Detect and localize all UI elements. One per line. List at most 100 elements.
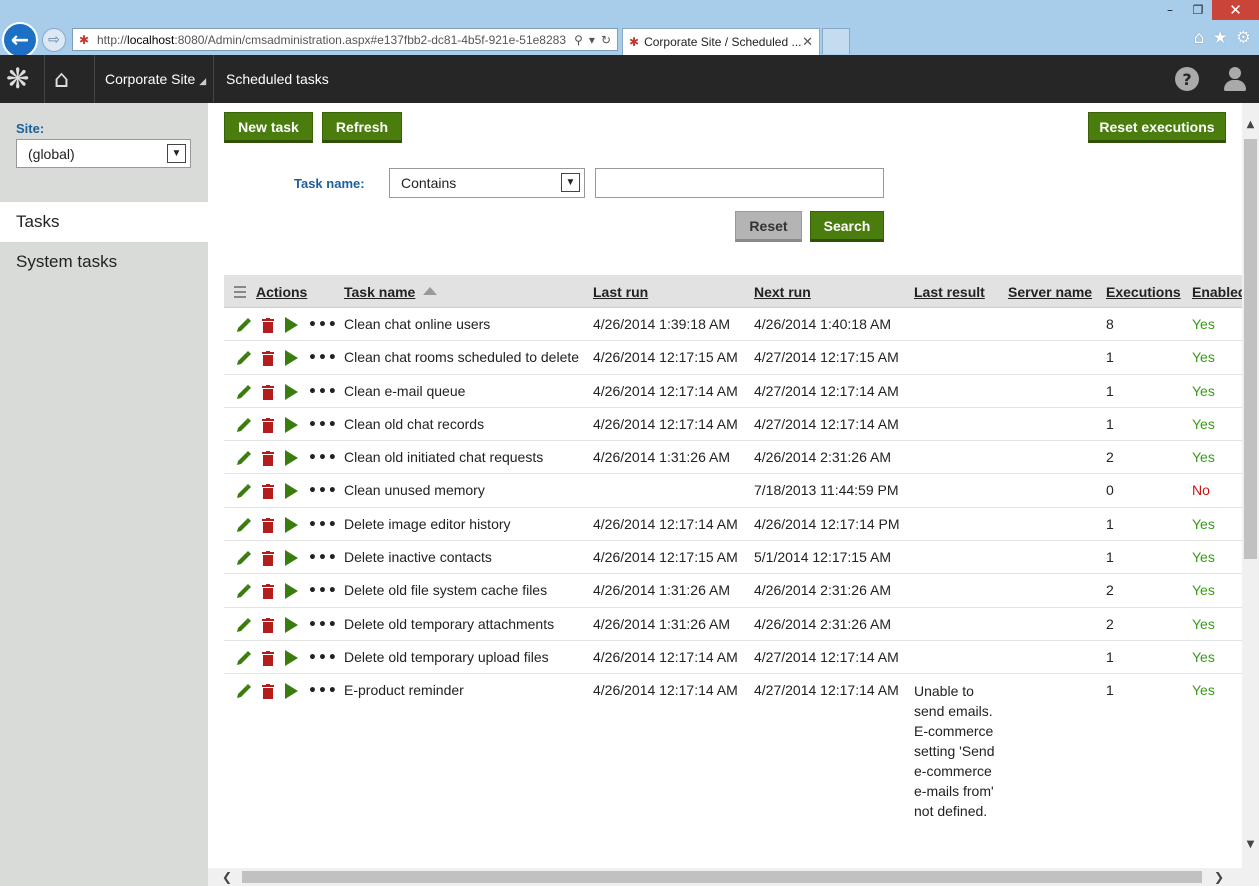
column-menu-icon[interactable] bbox=[234, 286, 246, 301]
edit-pencil-icon[interactable] bbox=[236, 650, 251, 666]
more-actions-icon[interactable]: ••• bbox=[308, 450, 338, 466]
horizontal-scroll-thumb[interactable] bbox=[242, 871, 1202, 883]
table-row[interactable]: ••• Delete old temporary upload files 4/26… bbox=[224, 641, 1242, 675]
delete-trash-icon[interactable] bbox=[262, 551, 274, 567]
restore-icon[interactable]: ❐ bbox=[1184, 0, 1212, 20]
reset-filter-button[interactable]: Reset bbox=[735, 211, 802, 242]
kentico-logo-icon[interactable]: ❋ bbox=[6, 65, 29, 93]
browser-tab[interactable]: ✱ Corporate Site / Scheduled ... ✕ bbox=[622, 28, 820, 55]
header-executions[interactable]: Executions bbox=[1106, 284, 1181, 300]
tab-close-icon[interactable]: ✕ bbox=[802, 34, 813, 50]
execute-play-icon[interactable] bbox=[285, 550, 298, 567]
nav-item-tasks[interactable]: Tasks bbox=[0, 202, 208, 242]
table-row[interactable]: ••• Clean old initiated chat requests 4/26… bbox=[224, 441, 1242, 475]
refresh-button[interactable]: Refresh bbox=[322, 112, 402, 143]
edit-pencil-icon[interactable] bbox=[236, 384, 251, 400]
execute-play-icon[interactable] bbox=[285, 616, 298, 633]
address-bar[interactable]: ✱ http://localhost:8080/Admin/cmsadminis… bbox=[72, 28, 618, 51]
more-actions-icon[interactable]: ••• bbox=[308, 550, 338, 566]
header-server-name[interactable]: Server name bbox=[1008, 284, 1092, 300]
dashboard-home-icon[interactable]: ⌂ bbox=[54, 65, 69, 93]
edit-pencil-icon[interactable] bbox=[236, 451, 251, 466]
more-actions-icon[interactable]: ••• bbox=[308, 617, 338, 633]
back-button[interactable]: ← bbox=[2, 22, 38, 58]
table-row[interactable]: ••• Delete inactive contacts 4/26/2014 12:… bbox=[224, 541, 1242, 575]
table-row[interactable]: ••• Clean e-mail queue 4/26/2014 12:17:14 … bbox=[224, 375, 1242, 408]
nav-item-system-tasks[interactable]: System tasks bbox=[0, 242, 208, 282]
more-actions-icon[interactable]: ••• bbox=[308, 350, 338, 366]
execute-play-icon[interactable] bbox=[285, 317, 298, 333]
delete-trash-icon[interactable] bbox=[262, 584, 274, 600]
window-close-icon[interactable]: ✕ bbox=[1212, 0, 1259, 20]
execute-play-icon[interactable] bbox=[285, 516, 298, 533]
delete-trash-icon[interactable] bbox=[262, 650, 274, 666]
more-actions-icon[interactable]: ••• bbox=[308, 483, 338, 499]
more-actions-icon[interactable]: ••• bbox=[308, 417, 338, 433]
reset-executions-button[interactable]: Reset executions bbox=[1088, 112, 1226, 143]
execute-play-icon[interactable] bbox=[285, 416, 298, 433]
dropdown-arrow-icon[interactable]: ▾ bbox=[589, 33, 595, 47]
delete-trash-icon[interactable] bbox=[262, 351, 274, 367]
delete-trash-icon[interactable] bbox=[262, 318, 274, 333]
table-row[interactable]: ••• Delete old temporary attachments 4/26/… bbox=[224, 608, 1242, 641]
header-last-result[interactable]: Last result bbox=[914, 284, 985, 300]
more-actions-icon[interactable]: ••• bbox=[308, 683, 338, 699]
refresh-icon[interactable]: ↻ bbox=[601, 33, 611, 47]
execute-play-icon[interactable] bbox=[285, 383, 298, 400]
task-name-filter-input[interactable] bbox=[595, 168, 884, 198]
table-row[interactable]: ••• Delete old file system cache files 4/2… bbox=[224, 574, 1242, 608]
new-task-button[interactable]: New task bbox=[224, 112, 313, 143]
edit-pencil-icon[interactable] bbox=[236, 684, 251, 699]
delete-trash-icon[interactable] bbox=[262, 617, 274, 633]
delete-trash-icon[interactable] bbox=[262, 417, 274, 433]
execute-play-icon[interactable] bbox=[285, 649, 298, 666]
home-icon[interactable]: ⌂ bbox=[1194, 28, 1205, 48]
help-icon[interactable]: ? bbox=[1175, 67, 1199, 91]
scroll-right-icon[interactable]: ❯ bbox=[1214, 870, 1224, 884]
scroll-down-icon[interactable]: ▼ bbox=[1242, 837, 1259, 851]
edit-pencil-icon[interactable] bbox=[236, 584, 251, 599]
table-row[interactable]: ••• Clean chat rooms scheduled to delete 4… bbox=[224, 341, 1242, 375]
edit-pencil-icon[interactable] bbox=[236, 617, 251, 633]
site-selector[interactable]: Corporate Site ◢ bbox=[105, 71, 206, 87]
header-next-run[interactable]: Next run bbox=[754, 284, 811, 300]
more-actions-icon[interactable]: ••• bbox=[308, 517, 338, 533]
favorites-star-icon[interactable]: ★ bbox=[1213, 28, 1228, 48]
header-task-name[interactable]: Task name bbox=[344, 284, 438, 300]
delete-trash-icon[interactable] bbox=[262, 484, 274, 500]
scroll-up-icon[interactable]: ▲ bbox=[1242, 117, 1259, 131]
site-dropdown[interactable]: (global) ▼ bbox=[16, 139, 191, 168]
settings-gear-icon[interactable]: ⚙ bbox=[1236, 28, 1251, 48]
more-actions-icon[interactable]: ••• bbox=[308, 384, 338, 400]
table-row[interactable]: ••• Clean chat online users 4/26/2014 1:39… bbox=[224, 308, 1242, 342]
header-enabled[interactable]: Enabled bbox=[1192, 284, 1242, 300]
table-row[interactable]: ••• E-product reminder 4/26/2014 12:17:14 … bbox=[224, 674, 1242, 864]
execute-play-icon[interactable] bbox=[285, 483, 298, 500]
scroll-left-icon[interactable]: ❮ bbox=[222, 870, 232, 884]
more-actions-icon[interactable]: ••• bbox=[308, 317, 338, 333]
table-row[interactable]: ••• Clean old chat records 4/26/2014 12:17… bbox=[224, 408, 1242, 442]
address-url[interactable]: http://localhost:8080/Admin/cmsadministr… bbox=[97, 33, 568, 47]
new-tab-button[interactable] bbox=[822, 28, 850, 54]
edit-pencil-icon[interactable] bbox=[236, 318, 251, 333]
edit-pencil-icon[interactable] bbox=[236, 551, 251, 566]
vertical-scrollbar[interactable]: ▲ ▼ bbox=[1242, 103, 1259, 868]
minimize-icon[interactable]: – bbox=[1156, 0, 1184, 20]
horizontal-scrollbar[interactable]: ❮ ❯ bbox=[208, 868, 1242, 886]
header-actions[interactable]: Actions bbox=[256, 284, 307, 300]
execute-play-icon[interactable] bbox=[285, 583, 298, 600]
user-avatar-icon[interactable] bbox=[1222, 65, 1248, 93]
more-actions-icon[interactable]: ••• bbox=[308, 650, 338, 666]
forward-button[interactable]: ⇨ bbox=[42, 28, 66, 52]
header-last-run[interactable]: Last run bbox=[593, 284, 648, 300]
task-name-operator-select[interactable]: Contains ▼ bbox=[389, 168, 585, 198]
search-icon[interactable]: ⚲ bbox=[574, 33, 583, 47]
edit-pencil-icon[interactable] bbox=[236, 517, 251, 533]
execute-play-icon[interactable] bbox=[285, 683, 298, 700]
execute-play-icon[interactable] bbox=[285, 450, 298, 467]
vertical-scroll-thumb[interactable] bbox=[1244, 139, 1257, 559]
more-actions-icon[interactable]: ••• bbox=[308, 583, 338, 599]
execute-play-icon[interactable] bbox=[285, 350, 298, 367]
edit-pencil-icon[interactable] bbox=[236, 484, 251, 499]
table-row[interactable]: ••• Clean unused memory 7/18/2013 11:44:59… bbox=[224, 474, 1242, 508]
